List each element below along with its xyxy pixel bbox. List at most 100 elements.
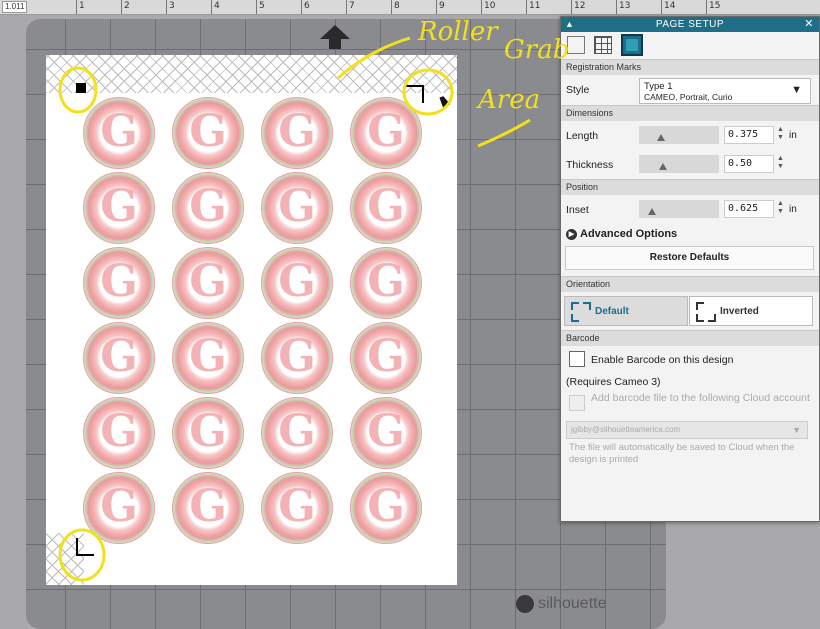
orientation-inverted-button[interactable]: Inverted: [689, 296, 813, 326]
corner-mark-icon: [571, 314, 579, 322]
inset-input[interactable]: 0.625: [724, 200, 774, 218]
inset-unit: in: [789, 204, 797, 215]
sticker-circle[interactable]: G: [172, 247, 244, 319]
ruler-tick: [571, 0, 572, 14]
sticker-letter: G: [189, 406, 227, 457]
add-barcode-label: Add barcode file to the following Cloud …: [591, 392, 810, 404]
sticker-circle[interactable]: G: [172, 472, 244, 544]
inset-spinner-icon[interactable]: ▲ ▼: [777, 200, 784, 216]
registration-tab-icon[interactable]: [621, 34, 643, 56]
sticker-circle[interactable]: G: [261, 172, 333, 244]
sticker-circle[interactable]: G: [261, 97, 333, 169]
dropdown-caret-icon: ▼: [791, 84, 802, 96]
ruler-tick: [166, 0, 167, 14]
corner-mark-icon: [696, 302, 704, 310]
sticker-circle[interactable]: G: [350, 472, 422, 544]
panel-titlebar: ▲ PAGE SETUP ✕: [561, 17, 819, 32]
slider-knob[interactable]: [647, 208, 656, 215]
grid-tab-icon[interactable]: [594, 36, 612, 54]
advanced-options-toggle[interactable]: ▶ Advanced Options: [566, 228, 677, 240]
cloud-account-select[interactable]: jgibby@silhouetteamerica.com ▼: [566, 421, 808, 439]
corner-mark-icon: [708, 314, 716, 322]
sticker-letter: G: [189, 106, 227, 157]
sticker-circle[interactable]: G: [83, 247, 155, 319]
advanced-row[interactable]: ▶ Advanced Options: [561, 224, 819, 244]
registration-mark-bottom-left: [76, 538, 94, 556]
restore-defaults-button[interactable]: Restore Defaults: [565, 246, 814, 270]
corner-mark-icon: [696, 314, 704, 322]
inset-slider[interactable]: [639, 200, 719, 218]
sticker-letter: G: [189, 331, 227, 382]
sticker-circle[interactable]: G: [261, 472, 333, 544]
orientation-default-label: Default: [595, 306, 629, 317]
ruler-number: 12: [574, 1, 586, 11]
sticker-circle[interactable]: G: [261, 247, 333, 319]
style-select[interactable]: Type 1 CAMEO, Portrait, Curio ▼: [639, 78, 811, 104]
ruler-tick: [391, 0, 392, 14]
sticker-circle[interactable]: G: [172, 322, 244, 394]
sticker-circle[interactable]: G: [83, 97, 155, 169]
page-tab-icon[interactable]: [567, 36, 585, 54]
enable-barcode-checkbox[interactable]: [569, 351, 585, 367]
collapse-icon[interactable]: ▲: [565, 17, 574, 32]
feed-arrow-icon: [320, 25, 350, 49]
ruler-tick: [211, 0, 212, 14]
sticker-circle[interactable]: G: [172, 172, 244, 244]
sticker-letter: G: [278, 481, 316, 532]
email-row: jgibby@silhouetteamerica.com ▼: [561, 418, 819, 442]
sticker-letter: G: [100, 406, 138, 457]
sticker-letter: G: [278, 106, 316, 157]
sticker-circle[interactable]: G: [83, 322, 155, 394]
ruler-number: 13: [619, 1, 631, 11]
slider-knob[interactable]: [657, 134, 665, 141]
ruler-number: 9: [439, 1, 445, 11]
sticker-circle[interactable]: G: [172, 97, 244, 169]
sticker-circle[interactable]: G: [350, 97, 422, 169]
design-page[interactable]: GGGGGGGGGGGGGGGGGGGGGGGG: [46, 55, 457, 585]
corner-mark-icon: [583, 302, 591, 310]
section-position: Position: [561, 179, 819, 195]
sticker-letter: G: [367, 256, 405, 307]
sticker-circle[interactable]: G: [261, 397, 333, 469]
add-barcode-checkbox[interactable]: [569, 395, 585, 411]
sticker-letter: G: [189, 181, 227, 232]
length-input[interactable]: 0.375: [724, 126, 774, 144]
enable-barcode-label: Enable Barcode on this design: [591, 354, 734, 366]
thickness-input[interactable]: 0.50: [724, 155, 774, 173]
style-row: Style Type 1 CAMEO, Portrait, Curio ▼: [561, 75, 819, 105]
sticker-letter: G: [278, 181, 316, 232]
sticker-circle[interactable]: G: [350, 397, 422, 469]
orientation-default-button[interactable]: Default: [564, 296, 688, 326]
sticker-circle[interactable]: G: [83, 472, 155, 544]
slider-knob[interactable]: [659, 163, 668, 170]
ruler-tick: [706, 0, 707, 14]
thickness-slider[interactable]: [639, 155, 719, 173]
sticker-circle[interactable]: G: [83, 172, 155, 244]
cloud-row: Add barcode file to the following Cloud …: [561, 390, 819, 418]
length-spinner-icon[interactable]: ▲ ▼: [777, 126, 784, 142]
ruler-number: 15: [709, 1, 721, 11]
requires-cameo-text: (Requires Cameo 3): [566, 376, 661, 388]
thickness-spinner-icon[interactable]: ▲ ▼: [777, 155, 784, 171]
sticker-letter: G: [100, 256, 138, 307]
close-icon[interactable]: ✕: [804, 17, 814, 32]
thickness-label: Thickness: [566, 159, 614, 171]
ruler-tick: [661, 0, 662, 14]
sticker-circle[interactable]: G: [83, 397, 155, 469]
sticker-letter: G: [367, 106, 405, 157]
ruler-number: 10: [484, 1, 496, 11]
sticker-letter: G: [189, 481, 227, 532]
coordinate-readout: 1.011: [2, 1, 28, 13]
registration-mark-top-right: [406, 85, 424, 103]
sticker-circle[interactable]: G: [350, 172, 422, 244]
corner-mark-icon: [571, 302, 579, 310]
length-slider[interactable]: [639, 126, 719, 144]
length-row: Length 0.375 ▲ ▼ in: [561, 121, 819, 150]
brand-text: silhouette: [538, 595, 607, 613]
ruler-number: 2: [124, 1, 130, 11]
sticker-circle[interactable]: G: [261, 322, 333, 394]
sticker-circle[interactable]: G: [172, 397, 244, 469]
sticker-circle[interactable]: G: [350, 247, 422, 319]
requires-row: (Requires Cameo 3): [561, 372, 819, 390]
sticker-circle[interactable]: G: [350, 322, 422, 394]
